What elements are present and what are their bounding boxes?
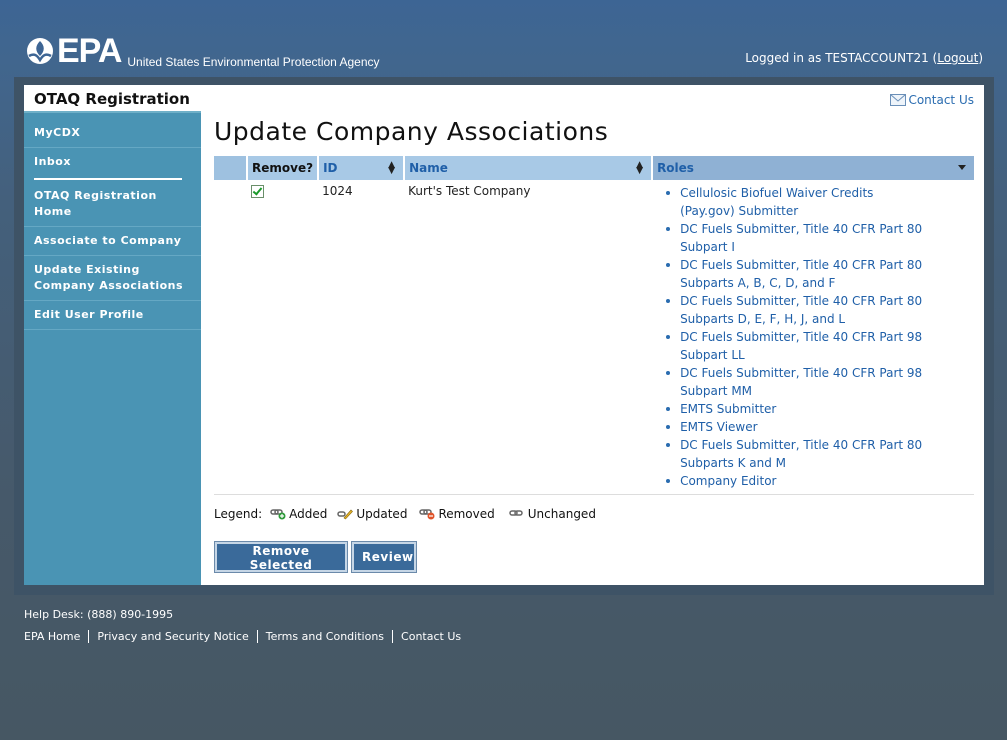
sidebar-nav: MyCDX Inbox OTAQ Registration Home Assoc… (24, 113, 201, 330)
column-header-id-label: ID (323, 161, 338, 175)
name-cell: Kurt's Test Company (404, 180, 653, 495)
footer-link-epa-home[interactable]: EPA Home (24, 630, 88, 643)
column-header-roles-label: Roles (657, 161, 694, 175)
legend-updated: Updated (337, 507, 407, 521)
sidebar-item-inbox[interactable]: Inbox (24, 148, 201, 178)
contact-us-label: Contact Us (908, 93, 974, 107)
column-header-name[interactable]: Name ▲ ▼ (404, 156, 654, 180)
sidebar: OTAQ Registration MyCDX Inbox OTAQ Regis… (24, 85, 201, 585)
legend-unchanged-label: Unchanged (527, 507, 596, 521)
login-prefix: Logged in as TESTACCOUNT21 ( (745, 51, 938, 65)
id-cell: 1024 (318, 180, 405, 495)
footer-link-privacy[interactable]: Privacy and Security Notice (88, 630, 256, 643)
legend-unchanged: Unchanged (509, 507, 596, 521)
roles-cell: Cellulosic Biofuel Waiver Credits (Pay.g… (652, 180, 974, 495)
row-spacer (214, 180, 247, 495)
help-desk: Help Desk: (888) 890-1995 (24, 608, 174, 621)
link-unchanged-icon (509, 510, 523, 516)
role-item[interactable]: DC Fuels Submitter, Title 40 CFR Part 80… (666, 220, 925, 256)
sidebar-item-associate-company[interactable]: Associate to Company (24, 227, 201, 256)
link-removed-icon (419, 509, 435, 520)
role-item[interactable]: DC Fuels Submitter, Title 40 CFR Part 80… (666, 436, 925, 472)
review-button[interactable]: Review (351, 541, 417, 573)
role-item[interactable]: Company Editor (666, 472, 925, 490)
legend-updated-label: Updated (356, 507, 408, 521)
remove-cell (247, 180, 319, 495)
sidebar-title-text: OTAQ Registration (34, 90, 190, 108)
table-row: 1024 Kurt's Test Company Cellulosic Biof… (214, 180, 974, 495)
epa-logo[interactable]: EPA United States Environmental Protecti… (25, 32, 380, 70)
envelope-icon (890, 94, 907, 106)
page-title: Update Company Associations (214, 117, 609, 146)
column-header-remove: Remove? (247, 156, 320, 180)
legend-added: Added (270, 507, 327, 521)
contact-us-link[interactable]: Contact Us (890, 93, 974, 107)
sort-icon: ▲ ▼ (388, 160, 396, 176)
sidebar-item-edit-profile[interactable]: Edit User Profile (24, 301, 201, 330)
legend-added-label: Added (289, 507, 328, 521)
footer-link-terms[interactable]: Terms and Conditions (256, 630, 392, 643)
main-content: Contact Us Update Company Associations R… (201, 85, 984, 585)
sidebar-item-update-associations[interactable]: Update Existing Company Associations (24, 256, 201, 301)
remove-checkbox[interactable] (251, 185, 264, 198)
role-item[interactable]: Cellulosic Biofuel Waiver Credits (Pay.g… (666, 184, 925, 220)
footer-links: EPA Home Privacy and Security Notice Ter… (24, 630, 469, 643)
role-item[interactable]: DC Fuels Submitter, Title 40 CFR Part 98… (666, 364, 925, 400)
logo-text: EPA (57, 32, 122, 70)
sidebar-item-mycdx[interactable]: MyCDX (24, 113, 201, 148)
legend: Legend: Added Updated Removed Unchanged (214, 507, 596, 521)
epa-flower-icon (27, 38, 53, 64)
role-item[interactable]: DC Fuels Submitter, Title 40 CFR Part 80… (666, 256, 925, 292)
column-header-id[interactable]: ID ▲ ▼ (318, 156, 406, 180)
role-item[interactable]: EMTS Submitter (666, 400, 925, 418)
associations-table: Remove? ID ▲ ▼ Name ▲ ▼ Roles 1024 Kurt's Te… (214, 156, 974, 495)
sidebar-title: OTAQ Registration (24, 85, 201, 113)
legend-removed-label: Removed (438, 507, 495, 521)
legend-label: Legend: (214, 507, 263, 521)
sort-icon: ▲ ▼ (636, 160, 644, 176)
login-status: Logged in as TESTACCOUNT21 (Logout) (745, 51, 983, 65)
column-header-roles[interactable]: Roles (652, 156, 974, 180)
header-spacer (214, 156, 248, 180)
logout-link[interactable]: Logout (937, 51, 978, 65)
legend-removed: Removed (419, 507, 495, 521)
link-added-icon (270, 509, 286, 520)
column-header-name-label: Name (409, 161, 448, 175)
sidebar-item-otaq-home[interactable]: OTAQ Registration Home (24, 180, 201, 227)
footer-link-contact[interactable]: Contact Us (392, 630, 469, 643)
remove-selected-button[interactable]: Remove Selected (214, 541, 348, 573)
footer: Help Desk: (888) 890-1995 EPA Home Priva… (24, 608, 469, 643)
roles-list: Cellulosic Biofuel Waiver Credits (Pay.g… (656, 184, 970, 490)
role-item[interactable]: DC Fuels Submitter, Title 40 CFR Part 80… (666, 292, 925, 328)
role-item[interactable]: DC Fuels Submitter, Title 40 CFR Part 98… (666, 328, 925, 364)
dropdown-arrow-icon (958, 165, 966, 170)
site-header: EPA United States Environmental Protecti… (0, 0, 1007, 80)
link-updated-icon (337, 509, 354, 520)
table-header-row: Remove? ID ▲ ▼ Name ▲ ▼ Roles (214, 156, 974, 180)
login-suffix: ) (978, 51, 983, 65)
role-item[interactable]: EMTS Viewer (666, 418, 925, 436)
agency-name: United States Environmental Protection A… (127, 55, 380, 69)
